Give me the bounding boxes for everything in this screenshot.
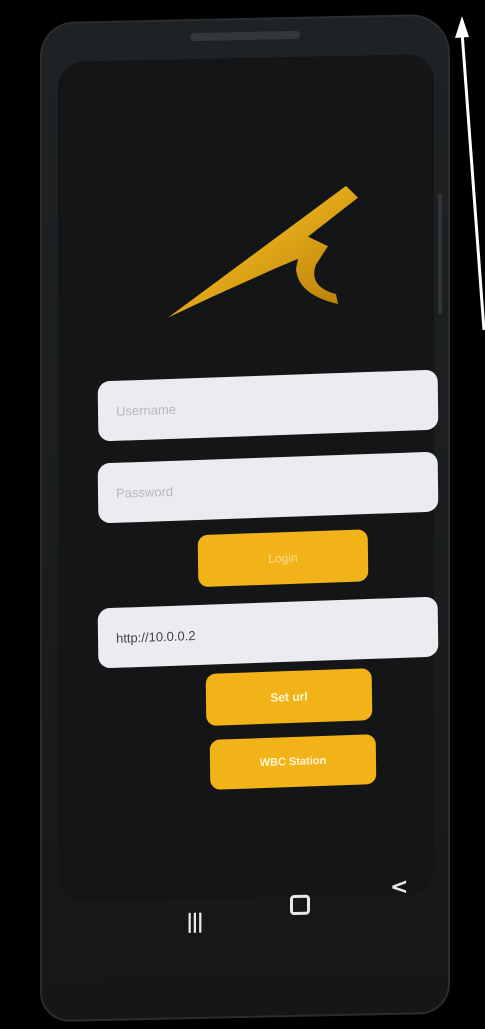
recents-icon[interactable]: ||| [186, 909, 202, 933]
logo-mark [168, 185, 358, 318]
home-icon[interactable] [290, 894, 310, 916]
side-button [438, 193, 442, 314]
set-url-button[interactable]: Set url [205, 668, 373, 726]
username-input[interactable] [97, 369, 439, 442]
server-url-input[interactable] [97, 596, 439, 669]
phone-body: Login Set url WBC Station ||| < [40, 13, 450, 1023]
app-logo [168, 185, 358, 318]
password-input[interactable] [97, 451, 439, 524]
arrow-head [455, 16, 469, 38]
app-screen: Login Set url WBC Station ||| < [58, 54, 439, 933]
login-button[interactable]: Login [197, 529, 369, 588]
photo-scene: Login Set url WBC Station ||| < [0, 0, 485, 1029]
arrow-shaft [460, 31, 485, 331]
back-icon[interactable]: < [390, 875, 408, 900]
system-nav-bar: ||| < [58, 874, 434, 942]
phone-edge-highlight [190, 30, 300, 42]
wbc-station-button[interactable]: WBC Station [209, 734, 377, 790]
